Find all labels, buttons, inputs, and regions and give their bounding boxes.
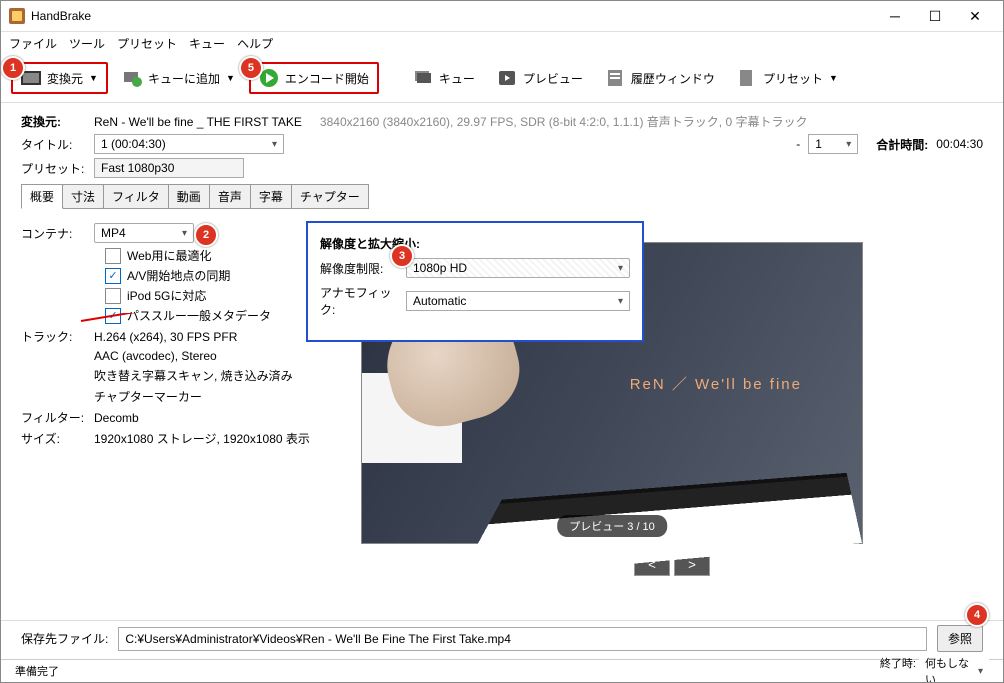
start-encode-button[interactable]: エンコード開始	[249, 62, 379, 94]
source-label: 変換元:	[21, 113, 86, 130]
toolbar: 変換元▼ 1 キューに追加▼ エンコード開始 5 キュー プレビュー 履歴ウィン…	[1, 54, 1003, 103]
menu-file[interactable]: ファイル	[9, 35, 57, 52]
source-meta: 3840x2160 (3840x2160), 29.97 FPS, SDR (8…	[320, 113, 808, 130]
add-queue-icon	[122, 68, 142, 88]
preview-overlay-text: ReN ／ We'll be fine	[630, 373, 802, 394]
preset-row: プリセット: Fast 1080p30	[21, 158, 983, 178]
tab-filters[interactable]: フィルタ	[103, 184, 169, 209]
source-button[interactable]: 変換元▼	[11, 62, 108, 94]
track-label: トラック:	[21, 328, 86, 345]
end-action-select[interactable]: 何もしない	[919, 653, 989, 683]
menu-queue[interactable]: キュー	[189, 35, 225, 52]
queue-button[interactable]: キュー	[405, 64, 483, 92]
tab-summary[interactable]: 概要	[21, 184, 63, 209]
app-icon	[9, 8, 25, 24]
preset-label: プリセット:	[21, 160, 86, 177]
total-label: 合計時間:	[876, 136, 928, 153]
menu-help[interactable]: ヘルプ	[237, 35, 273, 52]
presets-button[interactable]: プリセット▼	[729, 64, 846, 92]
title-select[interactable]: 1 (00:04:30)	[94, 134, 284, 154]
web-optimize-checkbox[interactable]: Web用に最適化	[105, 247, 331, 264]
source-file: ReN - We'll be fine _ THE FIRST TAKE	[94, 115, 302, 129]
preview-button[interactable]: プレビュー	[489, 64, 591, 92]
size-label: サイズ:	[21, 430, 86, 447]
metadata-checkbox[interactable]: ✓パススルー一般メタデータ	[105, 307, 331, 324]
tab-video[interactable]: 動画	[168, 184, 210, 209]
badge-2: 2	[194, 223, 218, 247]
container-select[interactable]: MP4	[94, 223, 194, 243]
title-label: タイトル:	[21, 136, 86, 153]
statusbar: 準備完了 終了時: 何もしない	[1, 659, 1003, 682]
maximize-button[interactable]: ☐	[915, 8, 955, 25]
tab-audio[interactable]: 音声	[209, 184, 251, 209]
menu-presets[interactable]: プリセット	[117, 35, 177, 52]
av-sync-checkbox[interactable]: ✓A/V開始地点の同期	[105, 267, 331, 284]
queue-icon	[413, 68, 433, 88]
source-row: 変換元: ReN - We'll be fine _ THE FIRST TAK…	[21, 113, 983, 130]
badge-4: 4	[965, 603, 989, 627]
preview-icon	[497, 68, 517, 88]
preset-value: Fast 1080p30	[94, 158, 244, 178]
chapter-end[interactable]: 1	[808, 134, 858, 154]
tab-dimensions[interactable]: 寸法	[62, 184, 104, 209]
resolution-label: 解像度制限:	[320, 260, 398, 277]
container-label: コンテナ:	[21, 225, 86, 242]
badge-5: 5	[239, 56, 263, 80]
presets-icon	[737, 68, 757, 88]
total-time: 00:04:30	[936, 137, 983, 151]
status-text: 準備完了	[15, 663, 59, 679]
filter-label: フィルター:	[21, 409, 86, 426]
menubar: ファイル ツール プリセット キュー ヘルプ	[1, 32, 1003, 54]
tab-subtitles[interactable]: 字幕	[250, 184, 292, 209]
window-title: HandBrake	[31, 9, 875, 23]
anamorphic-label: アナモフィック:	[320, 284, 398, 318]
destination-label: 保存先ファイル:	[21, 630, 108, 647]
activity-button[interactable]: 履歴ウィンドウ	[597, 64, 723, 92]
close-button[interactable]: ✕	[955, 8, 995, 25]
title-row: タイトル: 1 (00:04:30) - 1 合計時間: 00:04:30	[21, 134, 983, 154]
dimensions-popup: 解像度と拡大縮小: 解像度制限: 1080p HD 3 アナモフィック: Aut…	[306, 221, 644, 342]
activity-icon	[605, 68, 625, 88]
popup-title: 解像度と拡大縮小:	[320, 235, 630, 252]
tab-chapters[interactable]: チャプター	[291, 184, 369, 209]
add-queue-button[interactable]: キューに追加▼	[114, 64, 243, 92]
preview-counter: プレビュー 3 / 10	[557, 515, 667, 537]
destination-input[interactable]: C:¥Users¥Administrator¥Videos¥Ren - We'l…	[118, 627, 927, 651]
minimize-button[interactable]: ─	[875, 8, 915, 24]
tabs: 概要 寸法 フィルタ 動画 音声 字幕 チャプター	[21, 184, 983, 209]
ipod-checkbox[interactable]: iPod 5Gに対応	[105, 287, 331, 304]
destination-row: 保存先ファイル: C:¥Users¥Administrator¥Videos¥R…	[1, 620, 1003, 656]
anamorphic-select[interactable]: Automatic	[406, 291, 630, 311]
resolution-select[interactable]: 1080p HD	[406, 258, 630, 278]
badge-3: 3	[390, 244, 414, 268]
badge-1: 1	[1, 56, 25, 80]
titlebar: HandBrake ─ ☐ ✕	[1, 1, 1003, 32]
menu-tools[interactable]: ツール	[69, 35, 105, 52]
browse-button[interactable]: 参照	[937, 625, 983, 652]
